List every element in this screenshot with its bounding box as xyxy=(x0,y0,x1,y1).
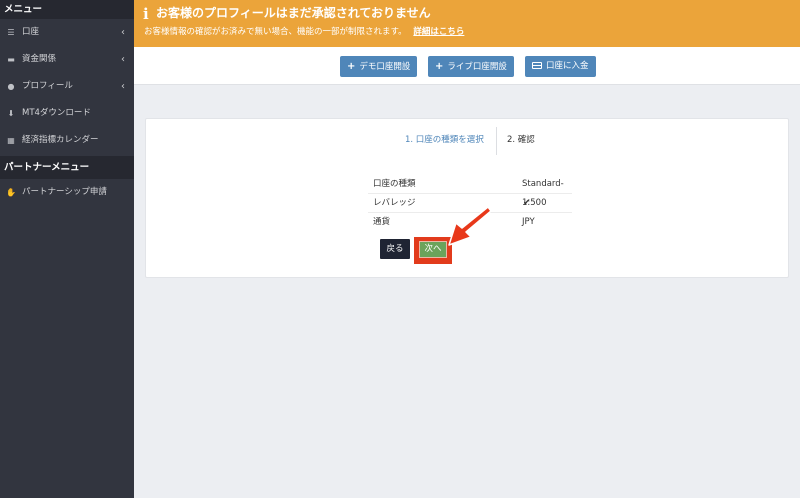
list-icon: ☰ xyxy=(7,28,15,37)
plus-icon: + xyxy=(435,61,444,72)
next-button[interactable]: 次へ xyxy=(419,241,447,258)
sidebar-item-partnership[interactable]: ✋ パートナーシップ申請 xyxy=(0,179,134,206)
open-live-account-button[interactable]: + ライブ口座開設 xyxy=(428,56,514,77)
sidebar-item-economic-calendar[interactable]: ▦ 経済指標カレンダー xyxy=(0,127,134,154)
back-button[interactable]: 戻る xyxy=(380,239,410,259)
sidebar-item-label: 資金関係 xyxy=(22,54,57,64)
sidebar-item-account[interactable]: ☰ 口座 ‹ xyxy=(0,19,134,46)
alert-title: お客様のプロフィールはまだ承認されておりません xyxy=(156,6,431,20)
user-icon: ● xyxy=(7,82,15,91)
sidebar-item-label: 経済指標カレンダー xyxy=(22,135,99,145)
main-content: i お客様のプロフィールはまだ承認されておりません お客様情報の確認がお済みで無… xyxy=(134,0,800,498)
wallet-icon: ▬ xyxy=(7,55,15,64)
handshake-icon: ✋ xyxy=(6,188,16,197)
wizard-steps: 1. 口座の種類を選択 2. 確認 xyxy=(146,127,788,157)
sidebar-item-funds[interactable]: ▬ 資金関係 ‹ xyxy=(0,46,134,73)
account-wizard-panel: 1. 口座の種類を選択 2. 確認 口座の種類 Standard-✔ レバレッジ… xyxy=(145,118,789,278)
annotation-arrow-icon xyxy=(448,206,492,246)
step-confirm: 2. 確認 xyxy=(507,135,535,145)
deposit-button[interactable]: 口座に入金 xyxy=(525,56,596,77)
step-select-account-type: 1. 口座の種類を選択 xyxy=(405,135,484,145)
table-row: 口座の種類 Standard-✔ xyxy=(368,175,572,208)
chevron-left-icon: ‹ xyxy=(121,27,125,38)
plus-icon: + xyxy=(347,61,356,72)
sidebar-item-mt4-download[interactable]: ⬇ MT4ダウンロード xyxy=(0,100,134,127)
toolbar: + デモ口座開設 + ライブ口座開設 口座に入金 xyxy=(134,47,800,85)
sidebar-item-label: パートナーシップ申請 xyxy=(22,187,107,197)
chevron-left-icon: ‹ xyxy=(121,54,125,65)
sidebar: メニュー ☰ 口座 ‹ ▬ 資金関係 ‹ ● プロフィール ‹ ⬇ MT4ダウン… xyxy=(0,0,134,498)
sidebar-item-label: MT4ダウンロード xyxy=(22,108,91,118)
sidebar-item-label: 口座 xyxy=(22,27,40,37)
chevron-left-icon: ‹ xyxy=(121,81,125,92)
details-link[interactable]: 詳細はこちら xyxy=(413,27,464,37)
calendar-icon: ▦ xyxy=(7,136,15,145)
download-icon: ⬇ xyxy=(7,109,15,118)
credit-card-icon xyxy=(532,62,542,69)
sidebar-item-label: プロフィール xyxy=(22,81,73,91)
sidebar-partner-header: パートナーメニュー xyxy=(0,156,134,179)
sidebar-menu-header: メニュー xyxy=(0,0,134,19)
alert-body: お客様情報の確認がお済みで無い場合、機能の一部が制限されます。 xyxy=(144,27,407,37)
step-divider xyxy=(496,127,497,155)
profile-alert: i お客様のプロフィールはまだ承認されておりません お客様情報の確認がお済みで無… xyxy=(134,0,800,47)
open-demo-account-button[interactable]: + デモ口座開設 xyxy=(340,56,418,77)
sidebar-item-profile[interactable]: ● プロフィール ‹ xyxy=(0,73,134,100)
info-icon: i xyxy=(143,5,149,23)
